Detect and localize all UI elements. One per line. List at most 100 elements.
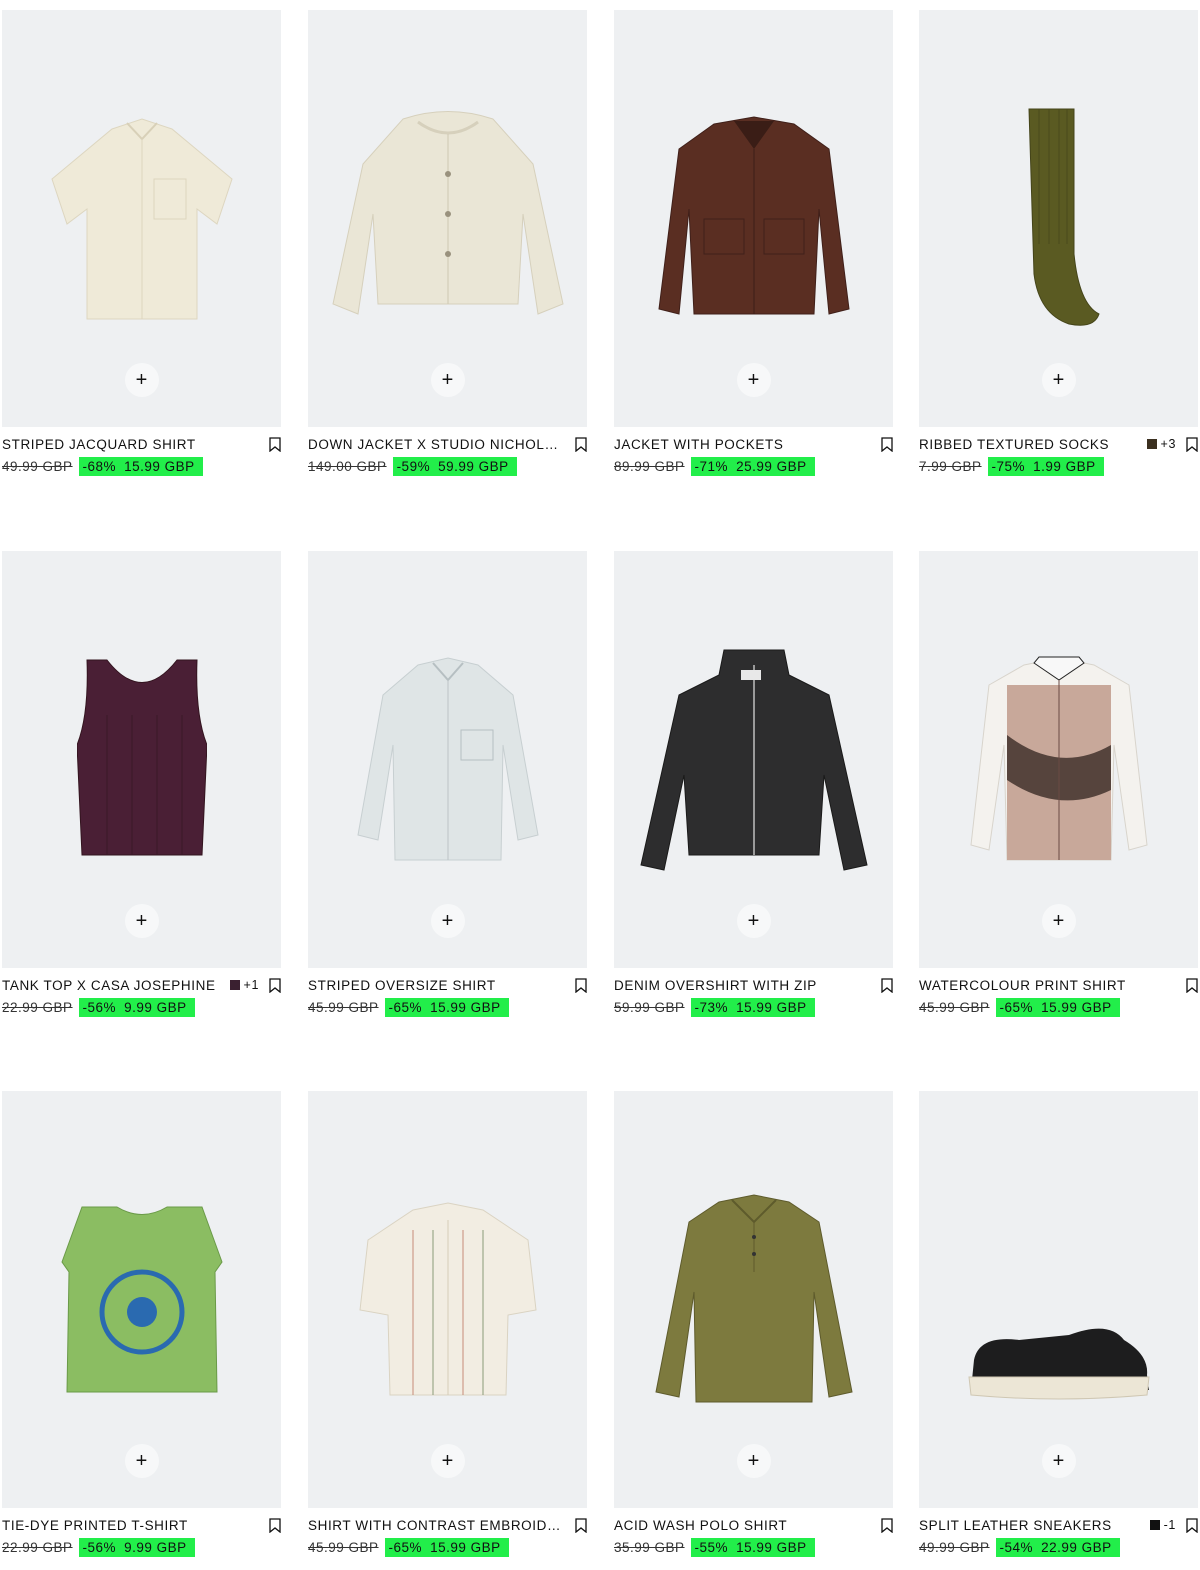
bookmark-icon[interactable]	[1186, 436, 1198, 452]
add-to-cart-button[interactable]: +	[736, 363, 771, 397]
bookmark-icon[interactable]	[269, 977, 281, 993]
bookmark-icon[interactable]	[269, 1517, 281, 1533]
sale-price: 22.99 GBP	[1041, 1539, 1112, 1555]
add-to-cart-button[interactable]: +	[124, 1444, 159, 1478]
bookmark-icon[interactable]	[269, 436, 281, 452]
product-card[interactable]: + ACID WASH POLO SHIRT 35.99 GBP -55% 15…	[614, 1091, 893, 1570]
sock-image	[1027, 108, 1100, 326]
original-price: 45.99 GBP	[308, 1539, 379, 1555]
jacket-image	[657, 115, 850, 315]
discount-percent: -65%	[388, 999, 423, 1015]
sale-price: 15.99 GBP	[124, 458, 195, 474]
add-to-cart-button[interactable]: +	[430, 363, 465, 397]
product-title[interactable]: JACKET WITH POCKETS	[614, 437, 871, 452]
jacket-image	[331, 110, 564, 315]
product-image[interactable]: +	[614, 10, 893, 427]
product-title[interactable]: STRIPED OVERSIZE SHIRT	[308, 978, 565, 993]
product-title[interactable]: SPLIT LEATHER SNEAKERS	[919, 1518, 1144, 1533]
product-title[interactable]: DENIM OVERSHIRT WITH ZIP	[614, 978, 871, 993]
add-to-cart-button[interactable]: +	[1041, 904, 1076, 938]
add-to-cart-button[interactable]: +	[430, 1444, 465, 1478]
product-card[interactable]: + TIE-DYE PRINTED T-SHIRT 22.99 GBP -56%…	[2, 1091, 281, 1570]
product-card[interactable]: + TANK TOP X CASA JOSEPHINE +1 22.99 GBP…	[2, 551, 281, 1030]
add-to-cart-button[interactable]: +	[124, 363, 159, 397]
bookmark-icon[interactable]	[1186, 1517, 1198, 1533]
product-card[interactable]: + DENIM OVERSHIRT WITH ZIP 59.99 GBP -73…	[614, 551, 893, 1030]
bookmark-icon[interactable]	[881, 977, 893, 993]
product-title[interactable]: SHIRT WITH CONTRAST EMBROIDERY	[308, 1518, 565, 1533]
product-image[interactable]: +	[919, 1091, 1198, 1508]
plus-icon: +	[441, 369, 454, 391]
sale-price: 59.99 GBP	[438, 458, 509, 474]
product-grid: + STRIPED JACQUARD SHIRT 49.99 GBP -68% …	[0, 0, 1200, 1569]
plus-icon: +	[1052, 1450, 1065, 1472]
add-to-cart-button[interactable]: +	[736, 1444, 771, 1478]
bookmark-icon[interactable]	[575, 1517, 587, 1533]
sale-price: 9.99 GBP	[124, 999, 187, 1015]
product-card[interactable]: + RIBBED TEXTURED SOCKS +3 7.99 GBP -75%…	[919, 10, 1198, 489]
original-price: 35.99 GBP	[614, 1539, 685, 1555]
original-price: 59.99 GBP	[614, 999, 685, 1015]
plus-icon: +	[747, 369, 760, 391]
plus-icon: +	[441, 1450, 454, 1472]
sale-badge: -68% 15.99 GBP	[78, 456, 203, 476]
product-image[interactable]: +	[2, 551, 281, 968]
product-card[interactable]: + WATERCOLOUR PRINT SHIRT 45.99 GBP -65%…	[919, 551, 1198, 1030]
product-image[interactable]: +	[919, 10, 1198, 427]
add-to-cart-button[interactable]: +	[1041, 1444, 1076, 1478]
colour-swatch[interactable]: +1	[229, 978, 259, 992]
product-card[interactable]: + SHIRT WITH CONTRAST EMBROIDERY 45.99 G…	[308, 1091, 587, 1570]
product-title[interactable]: ACID WASH POLO SHIRT	[614, 1518, 871, 1533]
discount-percent: -55%	[694, 1539, 729, 1555]
product-image[interactable]: +	[308, 1091, 587, 1508]
product-title[interactable]: WATERCOLOUR PRINT SHIRT	[919, 978, 1176, 993]
bookmark-icon[interactable]	[881, 1517, 893, 1533]
colour-swatch[interactable]: +3	[1146, 437, 1176, 451]
discount-percent: -75%	[991, 458, 1026, 474]
add-to-cart-button[interactable]: +	[1041, 363, 1076, 397]
shirt-image	[50, 117, 233, 319]
sale-price: 9.99 GBP	[124, 1539, 187, 1555]
add-to-cart-button[interactable]: +	[124, 904, 159, 938]
sale-price: 15.99 GBP	[430, 1539, 501, 1555]
discount-percent: -65%	[999, 999, 1034, 1015]
product-card[interactable]: + DOWN JACKET X STUDIO NICHOLSON 149.00 …	[308, 10, 587, 489]
sale-badge: -73% 15.99 GBP	[690, 997, 815, 1017]
sale-badge: -54% 22.99 GBP	[995, 1537, 1120, 1557]
sale-badge: -56% 9.99 GBP	[78, 997, 195, 1017]
sale-badge: -75% 1.99 GBP	[987, 456, 1104, 476]
sale-price: 15.99 GBP	[1041, 999, 1112, 1015]
product-title[interactable]: STRIPED JACQUARD SHIRT	[2, 437, 259, 452]
product-image[interactable]: +	[308, 10, 587, 427]
bookmark-icon[interactable]	[881, 436, 893, 452]
product-card[interactable]: + STRIPED JACQUARD SHIRT 49.99 GBP -68% …	[2, 10, 281, 489]
product-card[interactable]: + STRIPED OVERSIZE SHIRT 45.99 GBP -65% …	[308, 551, 587, 1030]
colour-swatch[interactable]: -1	[1149, 1518, 1176, 1532]
product-image[interactable]: +	[614, 551, 893, 968]
add-to-cart-button[interactable]: +	[430, 904, 465, 938]
discount-percent: -54%	[999, 1539, 1034, 1555]
product-title[interactable]: RIBBED TEXTURED SOCKS	[919, 437, 1141, 452]
bookmark-icon[interactable]	[1186, 977, 1198, 993]
product-card[interactable]: + SPLIT LEATHER SNEAKERS -1 49.99 GBP -5…	[919, 1091, 1198, 1570]
bookmark-icon[interactable]	[575, 977, 587, 993]
original-price: 149.00 GBP	[308, 458, 387, 474]
more-colours-count: -1	[1163, 1518, 1176, 1532]
bookmark-icon[interactable]	[575, 436, 587, 452]
discount-percent: -71%	[694, 458, 729, 474]
product-image[interactable]: +	[919, 551, 1198, 968]
plus-icon: +	[1052, 910, 1065, 932]
original-price: 89.99 GBP	[614, 458, 685, 474]
product-title[interactable]: TANK TOP X CASA JOSEPHINE	[2, 978, 224, 993]
product-title[interactable]: TIE-DYE PRINTED T-SHIRT	[2, 1518, 259, 1533]
product-card[interactable]: + JACKET WITH POCKETS 89.99 GBP -71% 25.…	[614, 10, 893, 489]
product-image[interactable]: +	[2, 10, 281, 427]
product-image[interactable]: +	[2, 1091, 281, 1508]
product-image[interactable]: +	[614, 1091, 893, 1508]
product-image[interactable]: +	[308, 551, 587, 968]
jacket-image	[639, 649, 868, 871]
add-to-cart-button[interactable]: +	[736, 904, 771, 938]
original-price: 49.99 GBP	[2, 458, 73, 474]
sale-price: 15.99 GBP	[430, 999, 501, 1015]
product-title[interactable]: DOWN JACKET X STUDIO NICHOLSON	[308, 437, 565, 452]
